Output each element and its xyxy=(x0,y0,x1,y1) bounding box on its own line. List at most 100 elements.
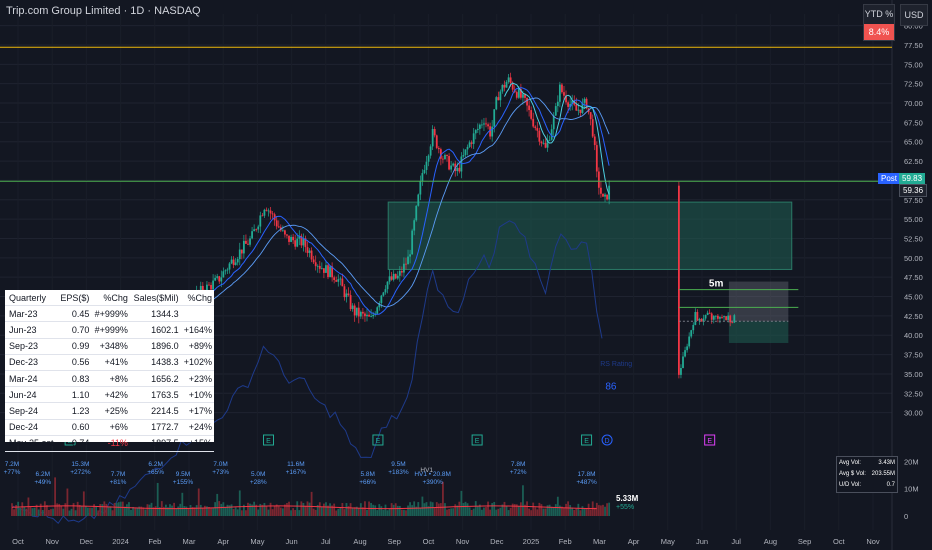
volume-bar xyxy=(181,492,184,516)
eps-header-4: %Chg xyxy=(180,290,214,307)
volume-bar xyxy=(17,501,20,516)
chart-grid xyxy=(0,0,893,550)
volume-bar xyxy=(509,507,512,516)
candle-body xyxy=(394,273,397,279)
candle-body xyxy=(222,271,225,278)
volume-annotation-change: +72% xyxy=(510,469,527,476)
volume-bar xyxy=(569,505,572,516)
candle-body xyxy=(595,145,598,172)
volume-bar xyxy=(376,510,379,516)
ytd-badge[interactable]: YTD % 8.4% xyxy=(863,4,895,41)
levels xyxy=(0,46,892,322)
volume-bar xyxy=(189,505,192,516)
y-tick-label: 75.00 xyxy=(904,60,923,69)
volume-bar xyxy=(357,508,360,516)
y-tick-label: 35.00 xyxy=(904,370,923,379)
volume-tick-label: 10M xyxy=(904,485,919,494)
volume-bar xyxy=(542,508,545,516)
candle-body xyxy=(345,293,348,298)
volume-bar xyxy=(87,507,89,516)
volume-bar xyxy=(384,504,387,516)
candle-body xyxy=(600,187,602,194)
candle-body xyxy=(684,350,686,357)
volume-bar xyxy=(121,501,124,516)
currency-button[interactable]: USD xyxy=(900,4,928,26)
volume-bar xyxy=(493,501,496,516)
candle-body xyxy=(320,268,323,270)
y-tick-label: 50.00 xyxy=(904,254,923,263)
candle-body xyxy=(306,247,309,253)
volume-bar xyxy=(437,503,440,516)
volume-bar xyxy=(173,502,176,516)
volume-bar xyxy=(431,502,434,516)
volume-bar xyxy=(587,503,590,516)
volume-bar xyxy=(21,502,24,516)
candle-body xyxy=(522,94,524,98)
volume-bar xyxy=(597,505,600,516)
volume-bar xyxy=(66,488,69,516)
candle-body xyxy=(534,126,537,129)
candle-body xyxy=(536,128,539,131)
volume-bar xyxy=(146,504,149,516)
volume-bar xyxy=(462,503,465,516)
candle-body xyxy=(567,102,569,107)
volume-bar xyxy=(212,507,214,516)
volume-annotation-value: 6.2M xyxy=(36,471,50,478)
x-tick-label: Feb xyxy=(148,537,161,546)
volume-annotation-change: +272% xyxy=(70,469,91,476)
candle-body xyxy=(727,315,730,320)
candle-body xyxy=(405,263,407,265)
volume-annotation-value: 9.5M xyxy=(176,471,190,478)
y-tick-label: 37.50 xyxy=(904,351,923,360)
volume-bar xyxy=(156,482,159,516)
candle-body xyxy=(411,230,414,255)
volume-bar xyxy=(220,503,223,516)
volume-bar xyxy=(372,504,375,516)
volume-bar xyxy=(548,504,551,516)
volume-bar xyxy=(271,509,274,516)
volume-bar xyxy=(195,505,198,516)
volume-annotation-value: 7.0M xyxy=(213,461,227,468)
volume-bar xyxy=(595,502,598,516)
volume-bar xyxy=(230,504,233,516)
volume-bar xyxy=(296,501,299,516)
eps-cell: +23% xyxy=(180,370,214,388)
candle-body xyxy=(208,284,210,286)
volume-bar xyxy=(536,509,539,516)
volume-bar xyxy=(214,502,217,516)
candle-body xyxy=(427,155,430,162)
candle-body xyxy=(325,265,327,273)
volume-annotation-change: +81% xyxy=(110,479,127,486)
volume-bar xyxy=(392,504,395,516)
volume-bar xyxy=(25,508,28,516)
eps-cell: 1656.2 xyxy=(129,370,181,388)
volume-bar xyxy=(308,502,311,516)
volume-bar xyxy=(279,507,282,516)
volume-bar xyxy=(565,503,567,516)
price-axis: 30.00 32.50 35.00 37.50 40.00 42.50 45.00 47.50… xyxy=(904,22,923,521)
eps-cell: +25% xyxy=(91,402,130,420)
volume-bar xyxy=(370,502,372,516)
volume-bar xyxy=(333,503,336,516)
volume-bar xyxy=(325,502,327,516)
avg-vol-label: Avg Vol: xyxy=(839,460,861,466)
last-price-tag: 59.36 xyxy=(899,184,928,197)
volume-bar xyxy=(107,507,110,516)
candle-body xyxy=(481,124,483,126)
volume-bar xyxy=(267,509,270,516)
volume-annotation-value: 7.8M xyxy=(511,461,525,468)
candle-body xyxy=(212,280,214,290)
volume-bar xyxy=(277,506,280,516)
eps-cell: 1438.3 xyxy=(129,354,181,371)
eps-row: Sep-24 1.23 +25% 2214.5 +17% xyxy=(5,402,214,420)
candle-body xyxy=(335,280,338,282)
candle-body xyxy=(437,147,440,150)
volume-bar xyxy=(109,506,112,516)
volume-bar xyxy=(312,508,315,516)
price-chart[interactable]: 30.00 32.50 35.00 37.50 40.00 42.50 45.00 47.50… xyxy=(0,0,932,550)
candle-body xyxy=(466,146,469,150)
y-tick-label: 47.50 xyxy=(904,273,923,282)
eps-row: Mar-23 0.45 #+999% 1344.3 xyxy=(5,305,214,323)
volume-bar xyxy=(265,506,268,516)
eps-row: Jun-24 1.10 +42% 1763.5 +10% xyxy=(5,386,214,404)
